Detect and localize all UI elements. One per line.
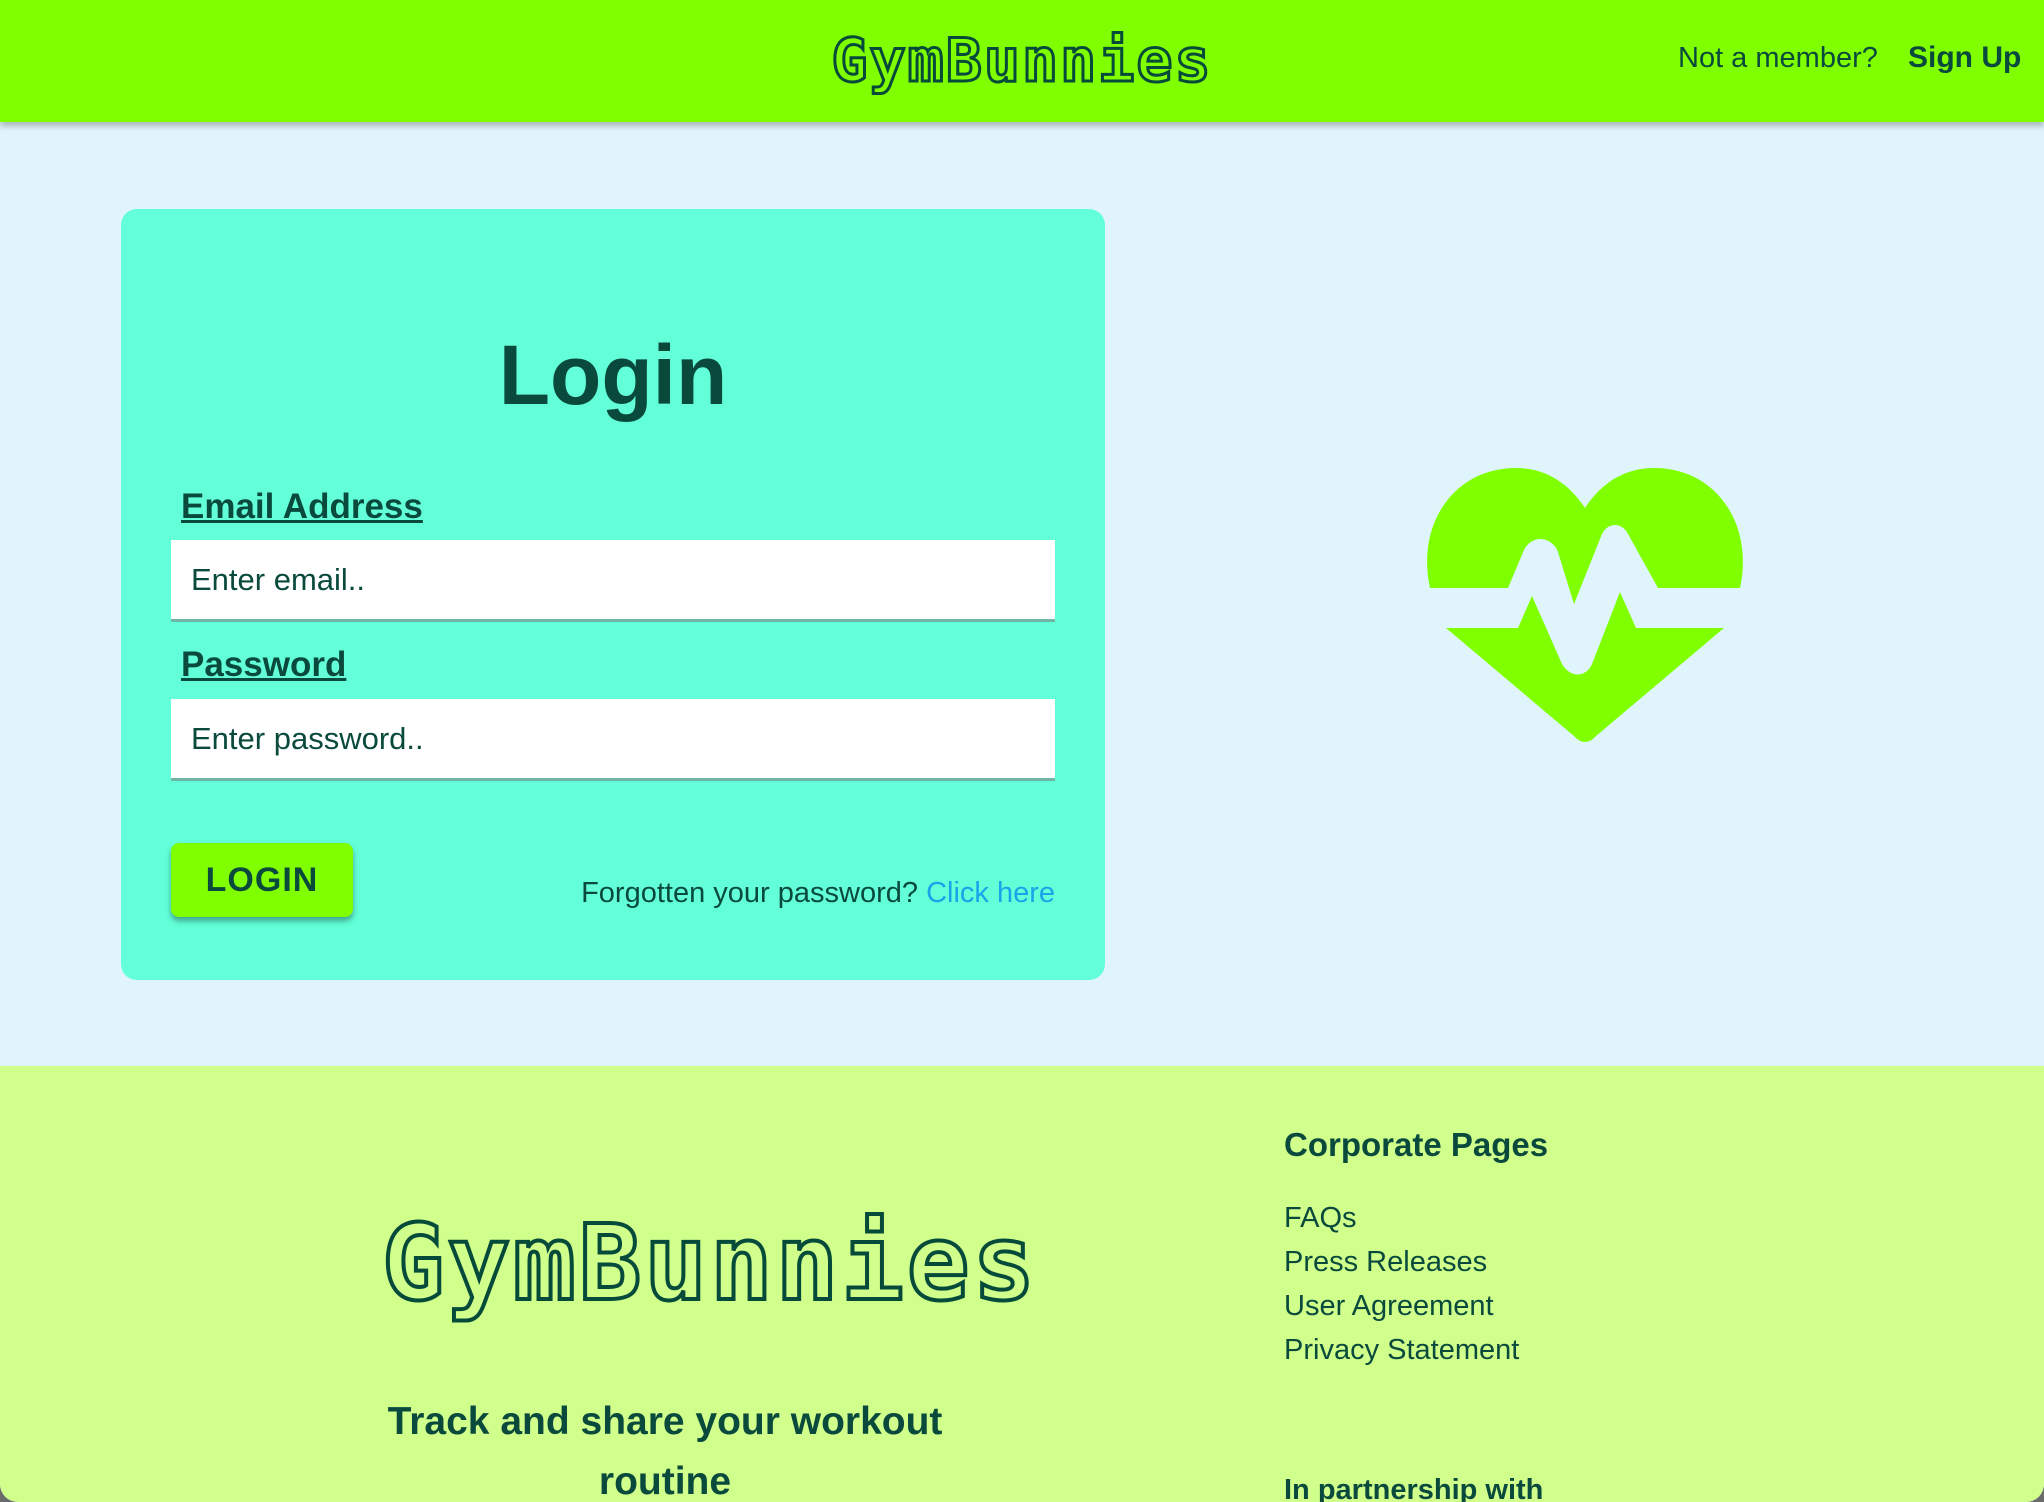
top-nav: GymBunnies Not a member? Sign Up [0,0,2044,122]
partnership-heading: In partnership with [1284,1474,1544,1502]
heart-pulse-icon [1427,468,1743,742]
email-label: Email Address [181,487,423,526]
login-card: Login Email Address Password LOGIN Forgo… [121,209,1105,980]
email-input[interactable] [171,540,1055,622]
forgot-password-link[interactable]: Click here [926,877,1055,909]
footer-link-user-agreement[interactable]: User Agreement [1284,1284,1519,1328]
password-label: Password [181,645,347,684]
forgot-password-text: Forgotten your password? [581,877,918,909]
login-title: Login [498,328,728,422]
brand-logo[interactable]: GymBunnies [830,22,1212,100]
footer: GymBunnies Track and share your workout … [0,1066,2044,1502]
not-member-text: Not a member? [1678,42,1878,74]
password-input[interactable] [171,699,1055,781]
corporate-pages-heading: Corporate Pages [1284,1126,1549,1163]
footer-link-press-releases[interactable]: Press Releases [1284,1240,1519,1284]
login-button[interactable]: LOGIN [171,843,353,917]
footer-tagline: Track and share your workout routine [387,1400,943,1502]
footer-link-privacy-statement[interactable]: Privacy Statement [1284,1328,1519,1372]
sign-up-link[interactable]: Sign Up [1908,40,2021,76]
forgot-password: Forgotten your password? Click here [581,874,1055,912]
footer-brand-logo: GymBunnies [380,1200,1039,1326]
corporate-links-list: FAQs Press Releases User Agreement Priva… [1284,1196,1519,1372]
browser-viewport: GymBunnies Not a member? Sign Up Login E… [0,0,2044,1502]
footer-link-faqs[interactable]: FAQs [1284,1196,1519,1240]
